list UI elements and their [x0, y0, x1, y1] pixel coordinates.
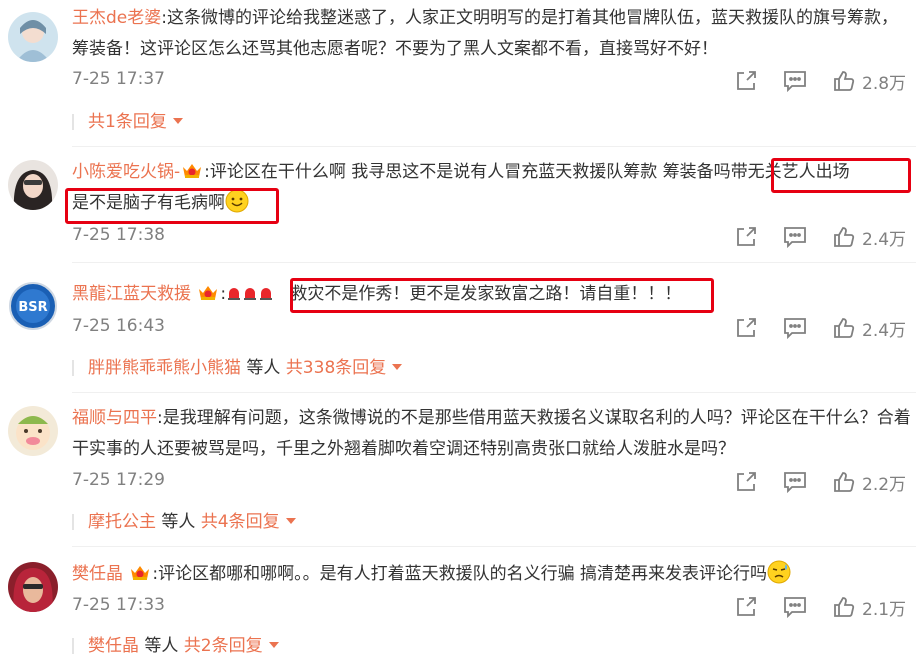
like-icon[interactable]	[832, 470, 856, 494]
comment-meta: 7-25 17:33 2.1万	[72, 595, 912, 620]
divider	[72, 392, 916, 393]
avatar[interactable]	[8, 562, 58, 612]
comment-text: :评论区都哪和哪啊。。是有人打着蓝天救援队的名义行骗 搞清楚再来发表评论行吗	[152, 564, 768, 584]
comment-text: :是我理解有问题，这条微博说的不是那些借用蓝天救援名义谋取名利的人吗？评论区在干…	[72, 408, 911, 459]
reply-mid-text: 等人	[156, 512, 201, 532]
comment-meta: 7-25 16:43 2.4万	[72, 316, 912, 341]
share-icon[interactable]	[734, 225, 758, 249]
share-icon[interactable]	[734, 470, 758, 494]
comment-time: 7-25 17:38	[72, 225, 165, 245]
comment-username[interactable]: 王杰de老婆	[72, 8, 161, 28]
avatar[interactable]	[8, 406, 58, 456]
comment-text: :评论区在干什么啊 我寻思这不是说有人冒充蓝天救援队筹款 筹装备吗	[204, 162, 731, 182]
reply-count[interactable]: 共338条回复	[286, 358, 386, 378]
sweat-emoji-icon	[767, 560, 791, 584]
like-count: 2.4万	[862, 230, 907, 250]
chevron-down-icon	[392, 364, 403, 370]
reply-user[interactable]: 樊任晶	[88, 636, 139, 656]
reply-count[interactable]: 共4条回复	[201, 512, 280, 532]
chevron-down-icon	[172, 118, 183, 124]
share-icon[interactable]	[734, 69, 758, 93]
crown-badge-icon	[197, 281, 219, 300]
highlight-box	[771, 158, 911, 193]
reply-count[interactable]: 共1条回复	[88, 112, 167, 132]
siren-icon	[243, 280, 257, 300]
comment-icon[interactable]	[782, 470, 808, 494]
chevron-down-icon	[268, 642, 279, 648]
reply-user[interactable]: 胖胖熊乖乖熊小熊猫	[88, 358, 241, 378]
reply-count[interactable]: 共2条回复	[184, 636, 263, 656]
comment-username[interactable]: 小陈爱吃火锅-	[72, 162, 180, 182]
reply-mid-text: 等人	[139, 636, 184, 656]
reply-user[interactable]: 摩托公主	[88, 512, 156, 532]
crown-badge-icon	[129, 561, 151, 580]
chevron-down-icon	[285, 518, 296, 524]
crown-badge-icon	[181, 159, 203, 178]
comment-icon[interactable]	[782, 225, 808, 249]
share-icon[interactable]	[734, 595, 758, 619]
like-count: 2.4万	[862, 321, 907, 341]
comment-icon[interactable]	[782, 69, 808, 93]
like-icon[interactable]	[832, 69, 856, 93]
comment-time: 7-25 17:29	[72, 470, 165, 490]
comment-username[interactable]: 黑龍江蓝天救援	[72, 284, 191, 304]
avatar[interactable]	[8, 12, 58, 62]
comment-meta: 7-25 17:29 2.2万	[72, 470, 912, 495]
divider	[72, 262, 916, 263]
comment-username[interactable]: 福顺与四平	[72, 408, 157, 428]
reply-mid-text: 等人	[241, 358, 286, 378]
comment-icon[interactable]	[782, 316, 808, 340]
siren-icon	[259, 280, 273, 300]
highlight-box	[65, 188, 279, 224]
comment-time: 7-25 17:37	[72, 69, 165, 89]
share-icon[interactable]	[734, 316, 758, 340]
avatar[interactable]	[8, 160, 58, 210]
like-count: 2.8万	[862, 74, 907, 94]
comment-username[interactable]: 樊任晶	[72, 564, 123, 584]
badge-logo-text: BSR	[18, 300, 47, 315]
divider	[72, 146, 916, 147]
like-icon[interactable]	[832, 225, 856, 249]
comment-icon[interactable]	[782, 595, 808, 619]
like-count: 2.1万	[862, 600, 907, 620]
like-icon[interactable]	[832, 316, 856, 340]
comment-meta: 7-25 17:37 2.8万	[72, 69, 912, 94]
comment-time: 7-25 17:33	[72, 595, 165, 615]
highlight-box	[290, 278, 714, 313]
comment-time: 7-25 16:43	[72, 316, 165, 336]
divider	[72, 546, 916, 547]
avatar[interactable]: BSR	[8, 281, 58, 331]
comment-meta: 7-25 17:38 2.4万	[72, 225, 912, 250]
like-icon[interactable]	[832, 595, 856, 619]
siren-icon	[227, 280, 241, 300]
like-count: 2.2万	[862, 475, 907, 495]
comment-text: :这条微博的评论给我整迷惑了，人家正文明明写的是打着其他冒牌队伍，蓝天救援队的旗…	[72, 8, 898, 59]
